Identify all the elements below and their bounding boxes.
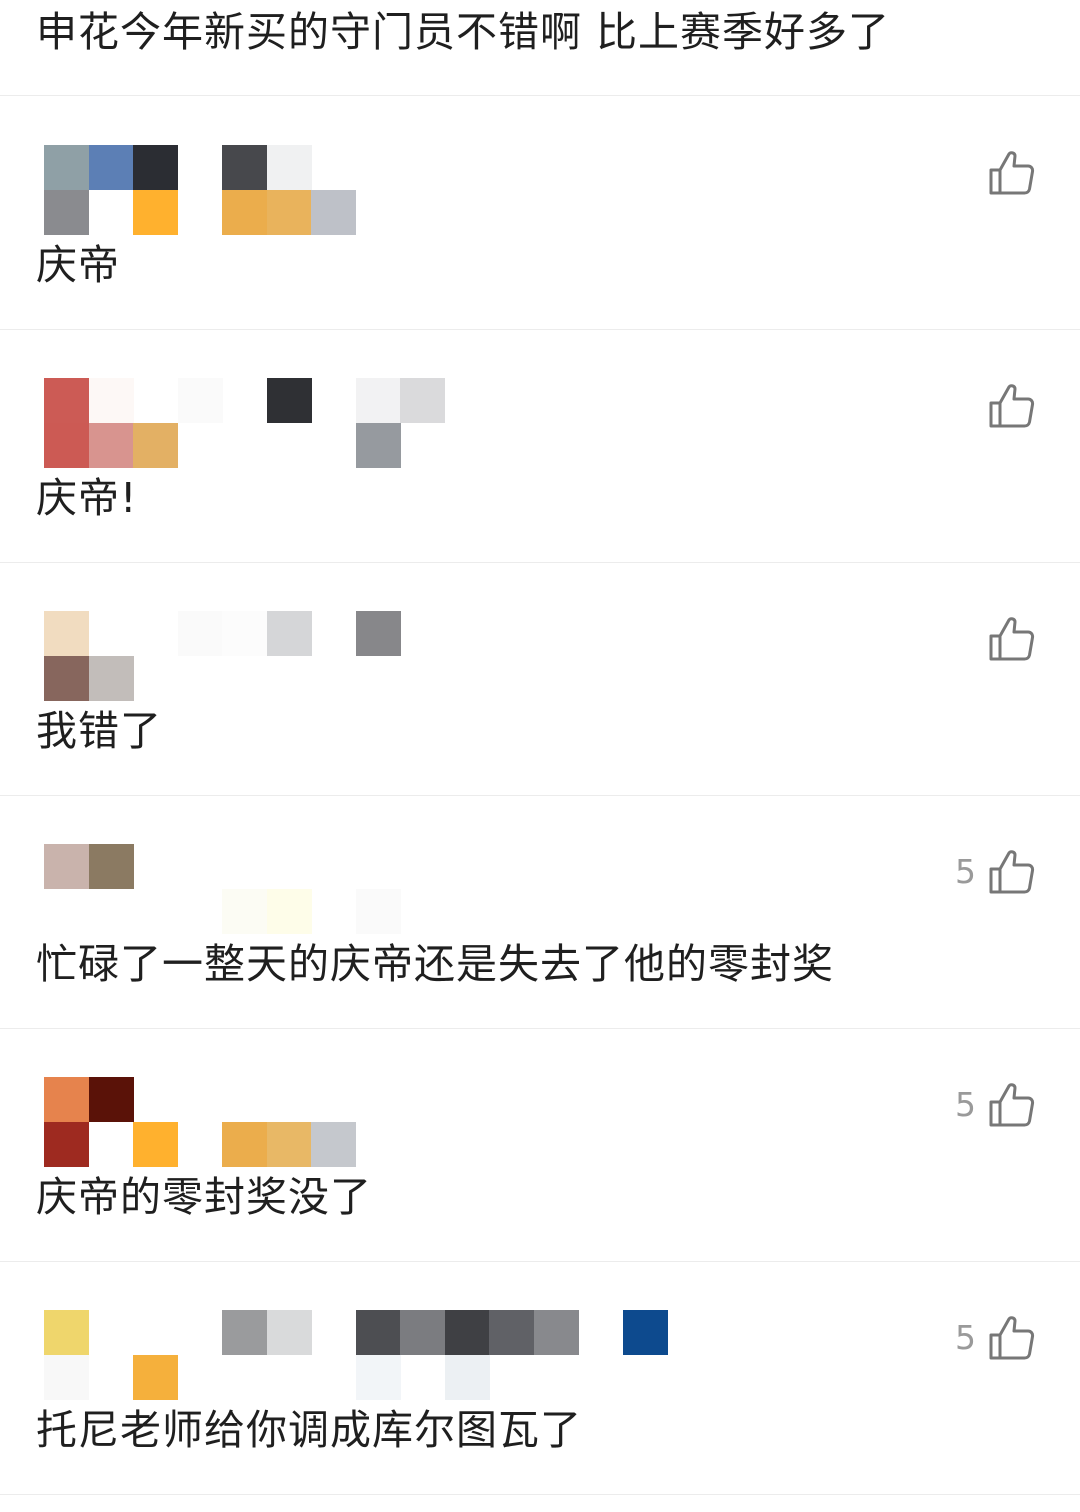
comment-text: 我错了: [36, 707, 162, 755]
pixelated-username-and-avatar: [44, 145, 664, 255]
pixel-tile: [178, 378, 223, 423]
pixel-tile: [44, 190, 89, 235]
pixel-tile: [89, 1122, 134, 1167]
pixel-tile: [445, 1310, 490, 1355]
pixel-tile: [89, 423, 134, 468]
thumbs-up-icon[interactable]: [988, 616, 1036, 662]
pixel-tile: [133, 1355, 178, 1400]
pixel-tile: [356, 423, 401, 468]
pixel-tile: [267, 611, 312, 656]
comment-item: 托尼老师给你调成库尔图瓦了 5: [0, 1262, 1080, 1495]
pixel-tile: [44, 656, 89, 701]
comment-item: 我错了: [0, 563, 1080, 796]
like-count: 5: [955, 1318, 976, 1357]
pixel-tile: [44, 1077, 89, 1122]
pixel-tile: [44, 844, 89, 889]
pixel-tile: [400, 1310, 445, 1355]
thumbs-up-icon[interactable]: [988, 1082, 1036, 1128]
pixel-tile: [89, 844, 134, 889]
pixel-tile: [44, 378, 89, 423]
like-control[interactable]: 5: [955, 1314, 1036, 1362]
comment-text: 忙碌了一整天的庆帝还是失去了他的零封奖: [36, 940, 834, 988]
pixel-tile: [44, 145, 89, 190]
thumbs-up-icon[interactable]: [988, 849, 1036, 895]
thumbs-up-icon[interactable]: [988, 150, 1036, 196]
pixel-tile: [133, 145, 178, 190]
pixel-tile: [44, 611, 89, 656]
like-count: 5: [955, 852, 976, 891]
pixel-tile: [267, 190, 312, 235]
pixel-tile: [89, 378, 134, 423]
pixel-tile: [267, 378, 312, 423]
pixel-tile: [311, 1122, 356, 1167]
pixel-tile: [222, 190, 267, 235]
comment-text: 庆帝: [36, 241, 120, 289]
pixel-tile: [89, 656, 134, 701]
comment-item: 庆帝的零封奖没了 5: [0, 1029, 1080, 1262]
pixel-tile: [267, 889, 312, 934]
pixel-tile: [222, 145, 267, 190]
like-control[interactable]: [976, 615, 1036, 663]
pixel-tile: [623, 1310, 668, 1355]
pixel-tile: [222, 611, 267, 656]
like-control[interactable]: [976, 149, 1036, 197]
thumbs-up-icon[interactable]: [988, 1315, 1036, 1361]
pixel-tile: [489, 1310, 534, 1355]
pixel-tile: [222, 1310, 267, 1355]
pixel-tile: [267, 1122, 312, 1167]
pixel-tile: [356, 1355, 401, 1400]
pixel-tile: [178, 611, 223, 656]
pixel-tile: [89, 145, 134, 190]
comment-item: 庆帝: [0, 97, 1080, 330]
comment-text: 托尼老师给你调成库尔图瓦了: [36, 1406, 582, 1454]
thumbs-up-icon[interactable]: [988, 383, 1036, 429]
pixel-tile: [267, 1310, 312, 1355]
like-count: 5: [955, 1085, 976, 1124]
pixel-tile: [445, 1355, 490, 1400]
pixel-tile: [356, 1310, 401, 1355]
comment-text: 申花今年新买的守门员不错啊 比上赛季好多了: [36, 8, 891, 56]
comment-item: 忙碌了一整天的庆帝还是失去了他的零封奖 5: [0, 796, 1080, 1029]
pixel-tile: [267, 145, 312, 190]
like-control[interactable]: 5: [955, 848, 1036, 896]
pixel-tile: [44, 423, 89, 468]
pixel-tile: [222, 889, 267, 934]
pixel-tile: [133, 423, 178, 468]
pixel-tile: [534, 1310, 579, 1355]
pixel-tile: [356, 889, 401, 934]
comment-text: 庆帝!: [36, 474, 138, 522]
pixel-tile: [44, 1122, 89, 1167]
pixel-tile: [133, 1122, 178, 1167]
like-control[interactable]: [976, 382, 1036, 430]
pixel-tile: [311, 190, 356, 235]
pixel-tile: [89, 1077, 134, 1122]
comment-item: 庆帝!: [0, 330, 1080, 563]
pixel-tile: [133, 190, 178, 235]
pixel-tile: [400, 378, 445, 423]
pixel-tile: [222, 1122, 267, 1167]
pixel-tile: [44, 1310, 89, 1355]
comment-text: 庆帝的零封奖没了: [36, 1173, 372, 1221]
like-control[interactable]: 5: [955, 1081, 1036, 1129]
top-comment-row: 申花今年新买的守门员不错啊 比上赛季好多了: [0, 0, 1080, 96]
pixel-tile: [356, 611, 401, 656]
pixel-tile: [44, 1355, 89, 1400]
pixel-tile: [356, 378, 401, 423]
